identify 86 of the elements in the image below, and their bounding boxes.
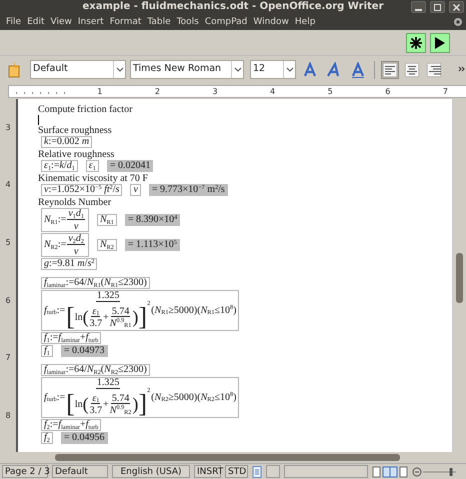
align-button[interactable] xyxy=(425,60,443,78)
status-field: STD xyxy=(225,465,248,478)
font-style-icon[interactable] xyxy=(351,62,365,78)
zoom-slider[interactable] xyxy=(412,466,458,478)
ruler-number: 8 xyxy=(4,410,12,422)
menu-item[interactable]: File xyxy=(3,14,24,30)
menu-item[interactable]: Tools xyxy=(174,14,202,30)
math-formula[interactable]: v xyxy=(130,184,141,196)
caret-icon xyxy=(234,67,242,72)
menu-item[interactable]: Insert xyxy=(74,14,107,30)
math-formula[interactable]: f$_{2}$:=f$_{laminar}$+f$_{turb}$ xyxy=(41,419,102,431)
status-field: English (USA) xyxy=(112,465,190,478)
caret-icon xyxy=(286,67,294,72)
minimize-icon xyxy=(415,9,422,11)
result-value: = 0.04956 xyxy=(60,432,108,444)
horizontal-ruler[interactable]: 1 2 3 4 5 6 7 xyxy=(8,85,466,98)
maximize-button[interactable] xyxy=(430,1,445,13)
result-value: = 1.113×10$^{5}$ xyxy=(124,239,180,251)
menu-item[interactable]: Help xyxy=(292,14,318,30)
play-icon xyxy=(433,36,447,50)
close-icon xyxy=(453,4,460,10)
ruler-number: 7 xyxy=(416,86,466,97)
align-button[interactable] xyxy=(403,60,421,78)
math-formula[interactable]: g:=9.81 m/s$^{2}$ xyxy=(41,258,98,270)
align-button[interactable] xyxy=(381,60,399,78)
status-field: INSRT xyxy=(194,465,221,478)
asterisk-icon xyxy=(409,36,423,50)
status-field: Page 2 / 3 xyxy=(2,465,48,478)
font-style-icon[interactable] xyxy=(303,62,317,78)
ruler-number: 3 xyxy=(4,122,12,134)
math-formula[interactable]: ε$_{1}$:=k/d$_{1}$ xyxy=(41,160,78,172)
menu-item[interactable]: Format xyxy=(106,14,144,30)
math-formula[interactable]: v:=1.052×10$^{−5}$ ft$^{2}$/s xyxy=(41,184,122,196)
paragraph-text: Relative roughness xyxy=(38,149,116,160)
toolbar-button[interactable] xyxy=(430,32,450,52)
math-formula[interactable]: f$_{1}$ xyxy=(41,345,53,357)
ruler-number: 5 xyxy=(4,236,12,249)
align-icon xyxy=(405,62,419,76)
ruler-number: 1 xyxy=(71,86,129,97)
vertical-scrollbar[interactable] xyxy=(453,99,466,452)
result-value: = 0.04973 xyxy=(60,345,108,357)
menu-item[interactable]: View xyxy=(48,14,75,30)
menu-item[interactable]: Table xyxy=(144,14,174,30)
math-formula[interactable]: k:=0.002 m xyxy=(41,136,92,148)
text-cursor xyxy=(38,115,39,125)
menu-item[interactable]: Edit xyxy=(24,14,48,30)
ruler-number: 7 xyxy=(4,352,12,364)
align-icon xyxy=(383,62,397,76)
math-formula[interactable]: N$_{R1}$ xyxy=(96,214,117,226)
font-style-icon[interactable] xyxy=(327,62,341,78)
font-size-dropdown[interactable]: 12 xyxy=(250,60,296,79)
ruler-number: 2 xyxy=(128,86,186,97)
toolbar-button[interactable] xyxy=(406,32,426,52)
math-formula[interactable]: f$_{laminar}$:=64/N$_{R2}$(N$_{R2}$≤2300) xyxy=(41,364,150,376)
math-formula[interactable]: f$_{1}$:=f$_{laminar}$+f$_{turb}$ xyxy=(41,332,102,344)
paragraph-text: Reynolds Number xyxy=(38,197,112,208)
close-button[interactable] xyxy=(449,1,464,13)
math-formula[interactable]: f$_{2}$ xyxy=(41,432,53,444)
maximize-icon xyxy=(434,4,441,10)
view-layout-icon[interactable] xyxy=(372,466,408,478)
ruler-number: 6 xyxy=(358,86,417,97)
math-formula[interactable]: f$_{laminar}$:=64/N$_{R1}$(N$_{R1}$≤2300) xyxy=(41,277,150,289)
result-value: = 8.390×10$^{4}$ xyxy=(124,214,180,226)
paragraph-style-dropdown[interactable]: Default xyxy=(30,60,126,79)
paragraph-text: Surface roughness xyxy=(38,125,113,136)
math-formula[interactable]: ε$_{1}$ xyxy=(86,160,99,172)
font-name-dropdown[interactable]: Times New Roman xyxy=(130,60,244,79)
ruler-number: 6 xyxy=(4,294,12,307)
vertical-ruler[interactable]: 3 4 5 6 7 8 xyxy=(0,99,18,452)
menu-item[interactable]: CompPad xyxy=(202,14,250,30)
document-icon xyxy=(252,466,262,478)
result-value: = 0.02041 xyxy=(106,160,154,172)
settings-icon[interactable] xyxy=(453,17,463,27)
result-value: = 9.773×10$^{−7}$ m$^{2}$/s xyxy=(148,184,228,196)
minimize-button[interactable] xyxy=(411,1,426,13)
horizontal-scrollbar[interactable] xyxy=(0,452,466,463)
menu-item[interactable]: Window xyxy=(250,14,292,30)
caret-icon xyxy=(116,67,124,72)
paragraph-text: Kinematic viscosity at 70 F xyxy=(38,173,149,184)
math-formula[interactable]: N$_{R2}$ xyxy=(96,239,117,251)
overflow-icon[interactable] xyxy=(458,66,466,73)
paragraph-text: Compute friction factor xyxy=(38,104,134,115)
ruler-number: 4 xyxy=(4,179,12,192)
align-icon xyxy=(427,62,441,76)
status-field: Default xyxy=(52,465,108,478)
window-title: example - fluidmechanics.odt - OpenOffice.org Writer xyxy=(82,0,384,14)
